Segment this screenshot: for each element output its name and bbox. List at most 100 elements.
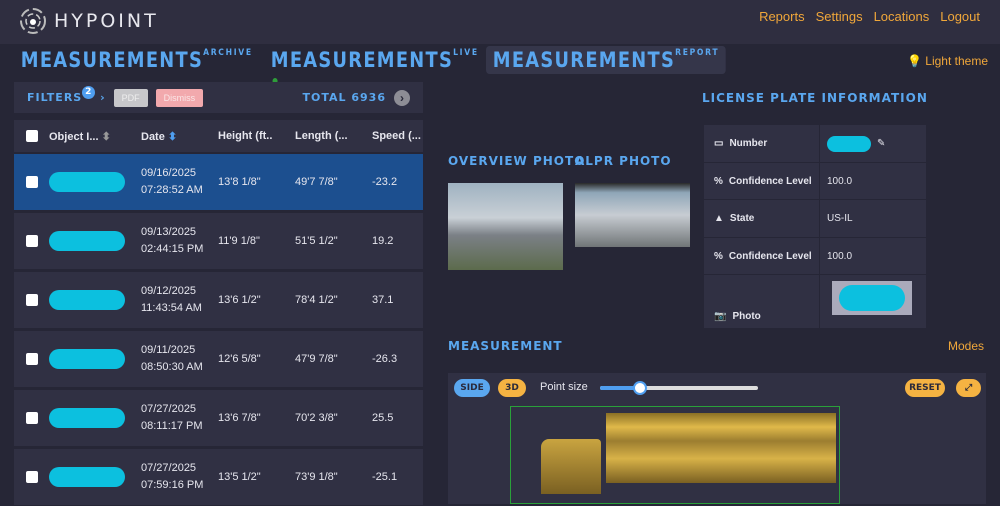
field-label: Photo (732, 311, 761, 322)
plate-photo[interactable] (832, 281, 912, 315)
logo[interactable]: HYPOINT (18, 6, 159, 36)
col-height[interactable]: Height (ft.. (218, 130, 295, 142)
tab-sup: LIVE (453, 48, 479, 58)
object-id-redacted (49, 408, 125, 428)
table-row[interactable]: 09/11/2025 08:50:30 AM 12'6 5/8" 47'9 7/8… (14, 331, 423, 388)
object-id-redacted (49, 231, 125, 251)
filters-toggle[interactable]: FILTERS 2 › (27, 86, 106, 104)
sort-icon: ⬍ (101, 130, 111, 143)
object-id-redacted (49, 349, 125, 369)
table-row[interactable]: 09/13/2025 02:44:15 PM 11'9 1/8" 51'5 1/2… (14, 213, 423, 270)
row-length: 49'7 7/8" (295, 176, 338, 188)
row-speed: -23.2 (372, 176, 398, 188)
side-view-button[interactable]: SIDE (454, 379, 490, 397)
state-icon: ▲ (714, 213, 724, 224)
reset-button[interactable]: RESET (905, 379, 945, 397)
col-speed[interactable]: Speed (... (372, 130, 423, 142)
tab-title: MEASUREMENTS (270, 48, 454, 72)
col-label: Date (141, 130, 165, 143)
row-height: 13'5 1/2" (218, 471, 261, 483)
slider-handle[interactable] (632, 381, 647, 395)
row-checkbox[interactable] (26, 176, 38, 188)
chevron-right-icon: › (100, 91, 106, 104)
row-height: 13'6 1/2" (218, 294, 261, 306)
measurements-table: Object I... ⬍ Date ⬍ Height (ft.. Length… (14, 120, 423, 506)
next-arrow-icon[interactable]: › (394, 89, 410, 106)
field-label: State (729, 213, 755, 224)
row-length: 73'9 1/8" (295, 471, 338, 483)
nav-reports[interactable]: Reports (759, 9, 805, 24)
edit-icon[interactable]: ✎ (877, 138, 885, 149)
nav-settings[interactable]: Settings (816, 9, 863, 24)
row-time: 07:28:52 AM (141, 184, 203, 196)
table-row[interactable]: 09/16/2025 07:28:52 AM 13'8 1/8" 49'7 7/8… (14, 154, 423, 211)
tab-title: MEASUREMENTS (20, 48, 204, 72)
tab-report[interactable]: MEASUREMENTSREPORT (486, 46, 727, 74)
row-checkbox[interactable] (26, 471, 38, 483)
plate-photo-redacted (839, 285, 905, 311)
table-row[interactable]: 09/12/2025 11:43:54 AM 13'6 1/2" 78'4 1/2… (14, 272, 423, 329)
overview-photo-title: OVERVIEW PHOTO (448, 154, 586, 168)
brand-name: HYPOINT (54, 10, 159, 32)
trailer-pointcloud (606, 413, 836, 483)
light-theme-toggle[interactable]: 💡 Light theme (907, 54, 988, 68)
measurement-title: MEASUREMENT (448, 339, 563, 353)
point-size-label: Point size (540, 381, 588, 393)
tab-archive[interactable]: MEASUREMENTSARCHIVE (14, 46, 251, 74)
modes-link[interactable]: Modes (948, 339, 984, 353)
filter-count-badge: 2 (82, 86, 96, 99)
row-checkbox[interactable] (26, 412, 38, 424)
id-card-icon: ▭ (714, 138, 724, 149)
row-time: 07:59:16 PM (141, 479, 204, 491)
state-confidence: 100.0 (820, 238, 926, 274)
table-header: Object I... ⬍ Date ⬍ Height (ft.. Length… (14, 120, 423, 152)
select-all-checkbox[interactable] (26, 130, 38, 142)
row-checkbox[interactable] (26, 294, 38, 306)
alpr-photo-title: ALPR PHOTO (575, 154, 672, 168)
row-date: 09/13/2025 (141, 226, 197, 238)
row-date: 09/12/2025 (141, 285, 197, 297)
nav-logout[interactable]: Logout (940, 9, 980, 24)
point-size-slider[interactable] (600, 381, 758, 395)
3d-view-button[interactable]: 3D (498, 379, 526, 397)
row-speed: -25.1 (372, 471, 398, 483)
field-label: Confidence Level (728, 175, 812, 187)
point-cloud-viewer[interactable]: SIDE 3D Point size RESET ⤢ (448, 373, 986, 504)
object-id-redacted (49, 467, 125, 487)
row-date: 07/27/2025 (141, 403, 197, 415)
cab-pointcloud (541, 439, 601, 494)
object-id-redacted (49, 172, 125, 192)
row-length: 51'5 1/2" (295, 235, 338, 247)
row-length: 78'4 1/2" (295, 294, 338, 306)
col-length[interactable]: Length (... (295, 130, 372, 142)
row-height: 11'9 1/8" (218, 235, 260, 247)
col-date[interactable]: Date ⬍ (141, 130, 218, 143)
overview-photo[interactable] (448, 183, 563, 270)
row-checkbox[interactable] (26, 235, 38, 247)
bounding-box (510, 406, 840, 504)
dismiss-button[interactable]: Dismiss (155, 88, 204, 107)
plate-number-redacted (827, 135, 871, 152)
field-label: Confidence Level (728, 250, 812, 262)
table-row[interactable]: 07/27/2025 07:59:16 PM 13'5 1/2" 73'9 1/8… (14, 449, 423, 506)
col-object-id[interactable]: Object I... ⬍ (49, 130, 141, 143)
fullscreen-icon[interactable]: ⤢ (956, 379, 981, 397)
light-theme-label: Light theme (925, 54, 988, 68)
lightbulb-icon: 💡 (906, 54, 922, 68)
row-checkbox[interactable] (26, 353, 38, 365)
row-length: 70'2 3/8" (295, 412, 338, 424)
nav-locations[interactable]: Locations (874, 9, 930, 24)
pdf-button[interactable]: PDF (113, 88, 148, 107)
alpr-photo[interactable] (575, 183, 690, 247)
row-speed: -26.3 (372, 353, 398, 365)
camera-icon: 📷 (714, 311, 727, 322)
plate-confidence: 100.0 (820, 163, 926, 199)
row-speed: 25.5 (372, 412, 394, 424)
percent-icon: % (714, 250, 723, 262)
row-date: 09/11/2025 (141, 344, 196, 356)
filters-label: FILTERS (27, 91, 83, 104)
tab-sup: REPORT (675, 48, 720, 58)
row-date: 07/27/2025 (141, 462, 197, 474)
table-row[interactable]: 07/27/2025 08:11:17 PM 13'6 7/8" 70'2 3/8… (14, 390, 423, 447)
object-id-redacted (49, 290, 125, 310)
